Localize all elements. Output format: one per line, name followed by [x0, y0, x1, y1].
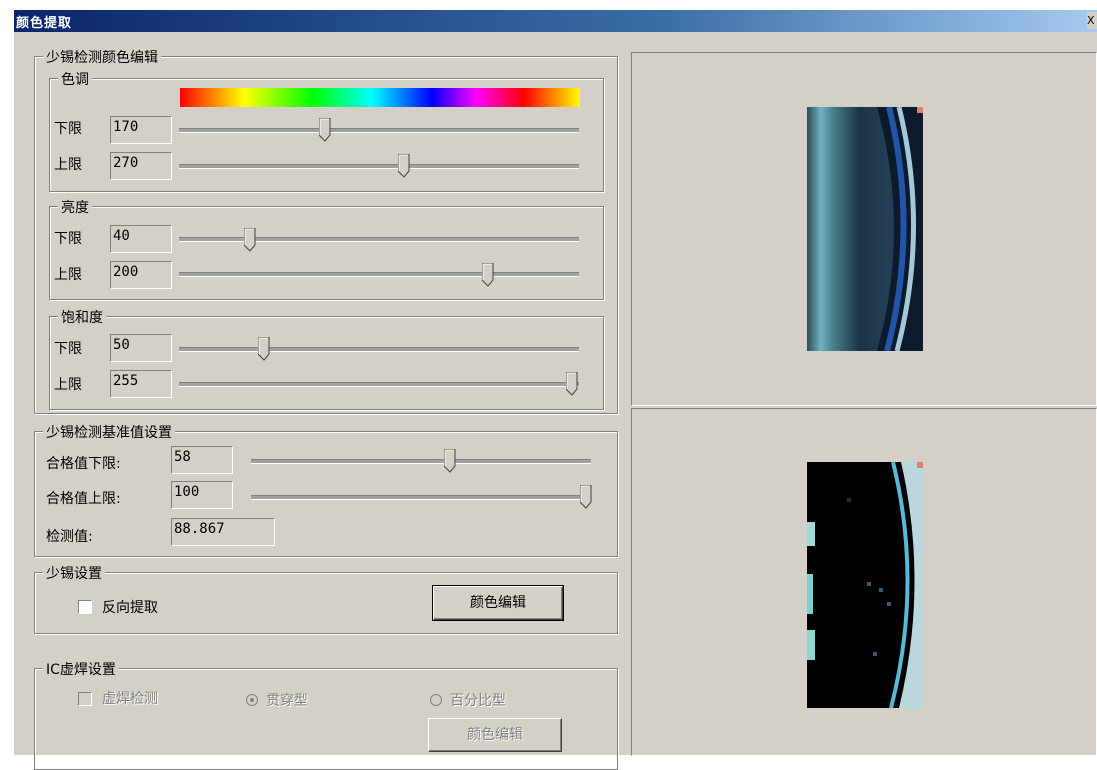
pass-lower-label: 合格值下限: — [46, 456, 121, 472]
pass-upper-label: 合格值上限: — [46, 491, 121, 507]
baseline-legend: 少锡检测基准值设置 — [43, 422, 175, 442]
saturation-upper-field[interactable]: 255 — [110, 370, 172, 398]
reverse-extract-label[interactable]: 反向提取 — [102, 597, 158, 617]
ic-color-edit-button[interactable]: 颜色编辑 — [428, 718, 562, 752]
dialog-client: 少锡检测颜色编辑 色调 亮度 饱和度 下限 170 上限 270 下限 40 上… — [14, 32, 1097, 770]
color-extract-window: 颜色提取 X 少锡检测颜色编辑 色调 亮度 饱和度 下限 170 上限 270 … — [0, 0, 1097, 770]
brightness-lower-label: 下限 — [54, 231, 82, 247]
saturation-lower-track[interactable] — [179, 347, 579, 352]
saturation-legend: 饱和度 — [58, 307, 106, 327]
brightness-lower-field[interactable]: 40 — [110, 225, 172, 253]
reverse-extract-checkbox[interactable] — [78, 600, 92, 614]
void-solder-detect-checkbox[interactable] — [78, 692, 92, 706]
hue-upper-label: 上限 — [54, 157, 82, 173]
pass-lower-track[interactable] — [251, 459, 591, 464]
brightness-upper-slider-thumb[interactable] — [482, 263, 494, 287]
hue-legend: 色调 — [58, 69, 92, 89]
through-type-label[interactable]: 贯穿型 — [266, 690, 308, 710]
pass-lower-field[interactable]: 58 — [171, 446, 233, 474]
pass-lower-slider-thumb[interactable] — [444, 449, 456, 473]
window-title: 颜色提取 — [16, 16, 73, 31]
brightness-upper-track[interactable] — [179, 272, 579, 277]
pass-upper-track[interactable] — [251, 495, 591, 500]
saturation-lower-slider-thumb[interactable] — [258, 337, 270, 361]
extracted-result-image — [807, 461, 923, 709]
pass-upper-field[interactable]: 100 — [171, 481, 233, 509]
pass-upper-slider-thumb[interactable] — [580, 485, 592, 509]
brightness-upper-field[interactable]: 200 — [110, 261, 172, 289]
color-edit-legend: 少锡检测颜色编辑 — [43, 47, 161, 67]
through-type-radio[interactable] — [246, 694, 258, 706]
measured-label: 检测值: — [46, 529, 93, 545]
hue-lower-label: 下限 — [54, 121, 82, 137]
tin-color-edit-button[interactable]: 颜色编辑 — [432, 585, 564, 621]
percent-type-label[interactable]: 百分比型 — [450, 690, 506, 710]
hue-spectrum-bar — [180, 88, 580, 107]
title-bar[interactable]: 颜色提取 X — [14, 10, 1097, 32]
hue-upper-slider-thumb[interactable] — [398, 154, 410, 178]
hue-lower-slider-thumb[interactable] — [319, 118, 331, 142]
saturation-lower-label: 下限 — [54, 341, 82, 357]
brightness-upper-label: 上限 — [54, 267, 82, 283]
radio-selected-dot — [250, 698, 254, 702]
void-solder-detect-label[interactable]: 虚焊检测 — [102, 688, 158, 708]
brightness-lower-track[interactable] — [179, 237, 579, 242]
ic-settings-legend: IC虚焊设置 — [43, 659, 119, 679]
baseline-group: 少锡检测基准值设置 — [34, 422, 618, 557]
brightness-lower-slider-thumb[interactable] — [244, 228, 256, 252]
brightness-legend: 亮度 — [58, 197, 92, 217]
measured-value-field: 88.867 — [171, 518, 275, 546]
tin-settings-legend: 少锡设置 — [43, 563, 105, 583]
saturation-upper-label: 上限 — [54, 377, 82, 393]
saturation-lower-field[interactable]: 50 — [110, 334, 172, 362]
hue-upper-field[interactable]: 270 — [110, 152, 172, 180]
saturation-upper-slider-thumb[interactable] — [566, 372, 578, 396]
hue-lower-track[interactable] — [179, 128, 579, 133]
close-button[interactable]: X — [1087, 12, 1097, 29]
saturation-upper-track[interactable] — [179, 382, 579, 387]
hue-upper-track[interactable] — [179, 164, 579, 169]
percent-type-radio[interactable] — [430, 694, 442, 706]
hue-lower-field[interactable]: 170 — [110, 116, 172, 144]
original-solder-image — [807, 106, 923, 352]
